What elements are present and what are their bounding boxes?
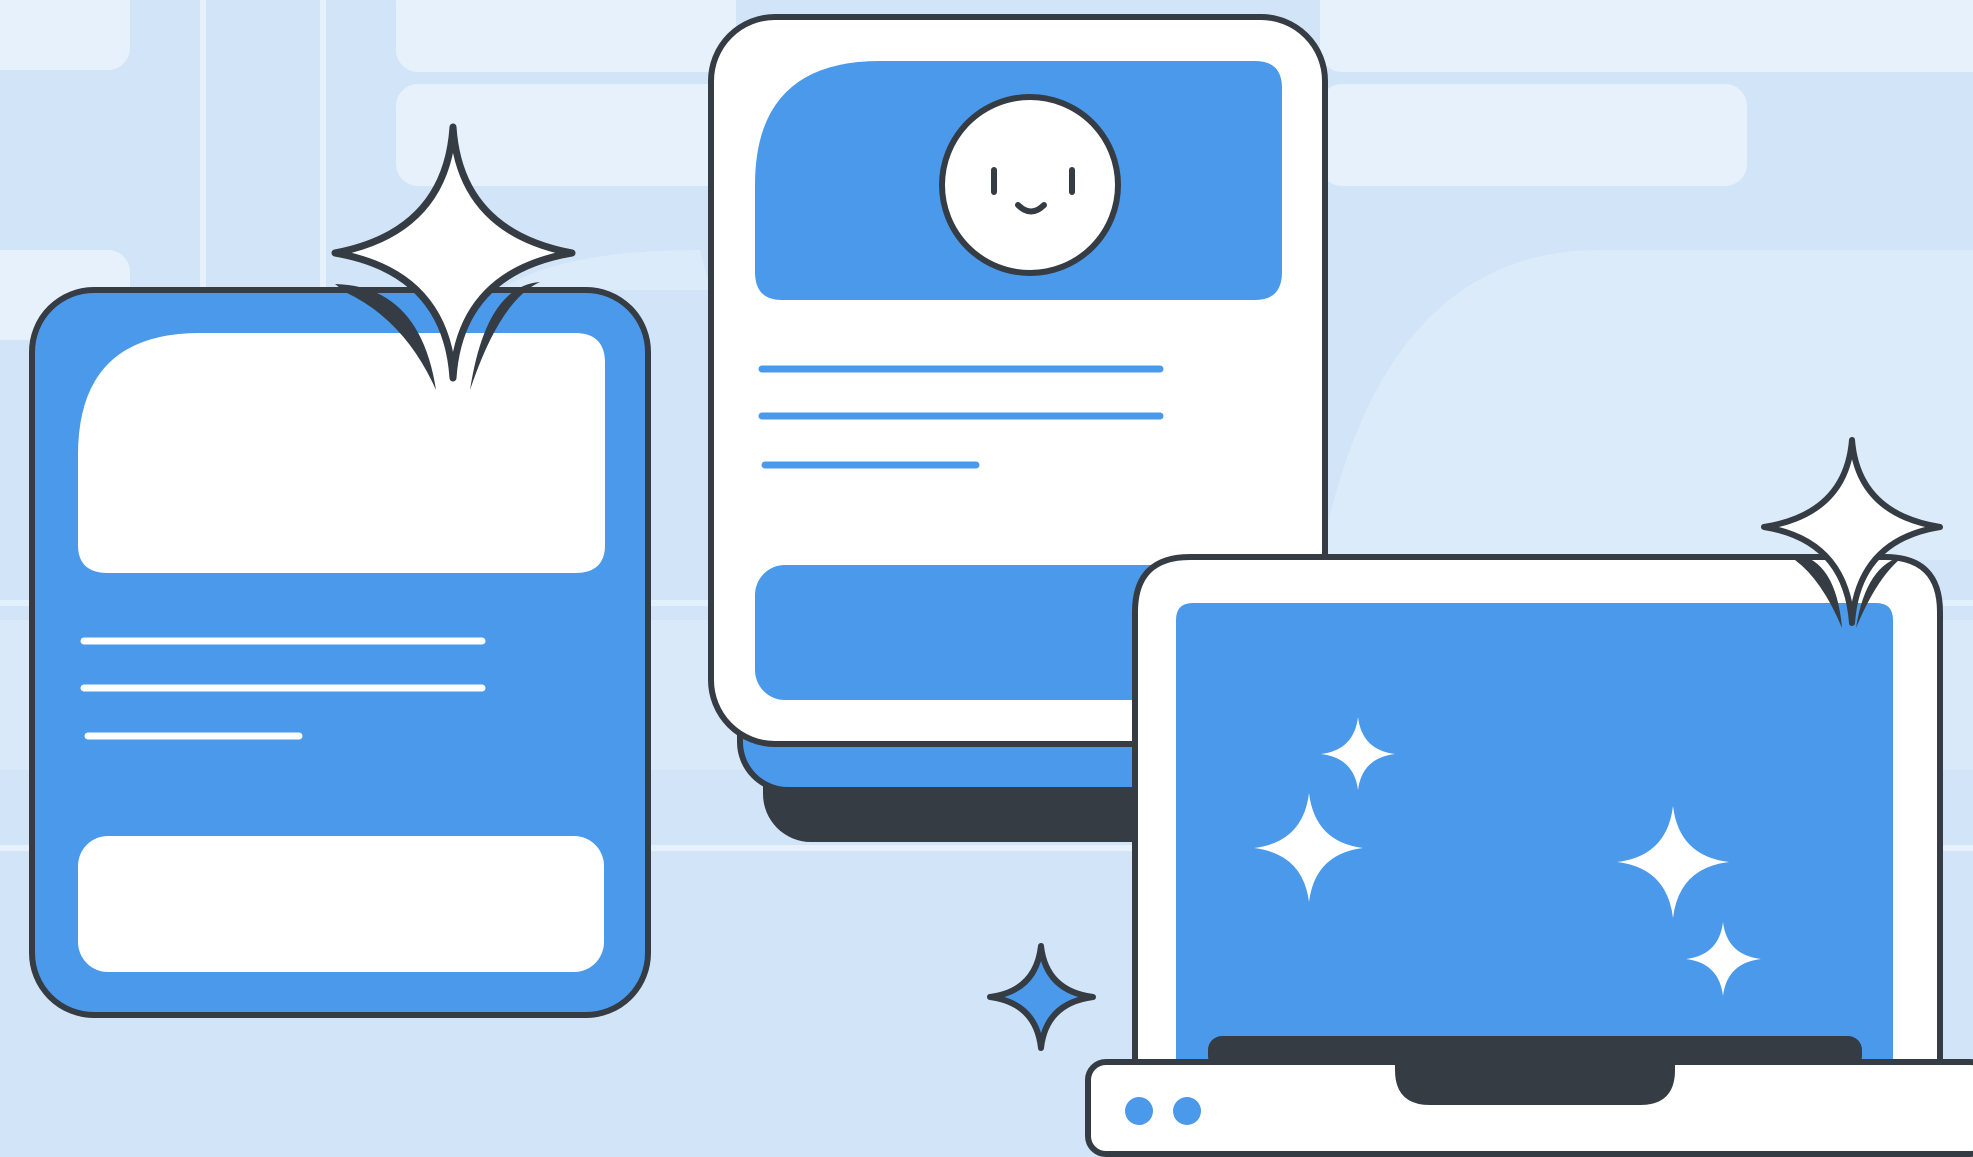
smiley-face-icon — [939, 94, 1121, 276]
bg-line — [200, 0, 206, 320]
laptop-indicator-light — [1125, 1097, 1153, 1125]
left-tablet-button — [78, 836, 604, 972]
laptop-trackpad-notch — [1395, 1062, 1675, 1105]
laptop — [1085, 554, 1973, 1157]
bg-block — [0, 0, 130, 70]
left-tablet — [29, 287, 651, 1018]
laptop-screen — [1176, 603, 1893, 1060]
left-tablet-header-card — [78, 333, 605, 573]
bg-line — [320, 0, 326, 320]
bg-block — [396, 0, 736, 72]
laptop-indicator-light — [1173, 1097, 1201, 1125]
bg-block — [1320, 84, 1747, 186]
bg-block — [1320, 0, 1973, 72]
illustration-canvas — [0, 0, 1973, 1157]
